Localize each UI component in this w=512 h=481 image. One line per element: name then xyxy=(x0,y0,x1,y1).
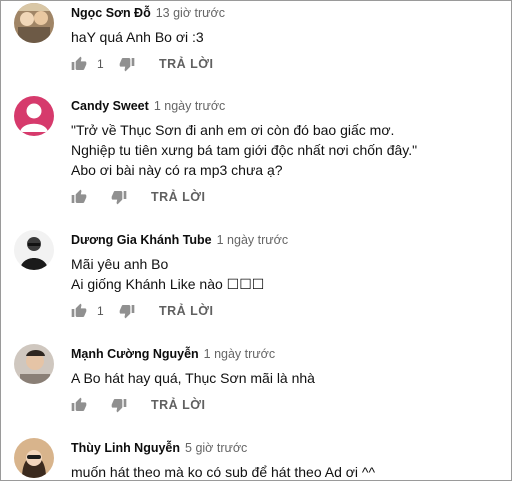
comment-text-line: Mãi yêu anh Bo xyxy=(71,256,169,272)
avatar[interactable] xyxy=(14,230,54,270)
comments-panel: Ngọc Sơn Đỗ 13 giờ trước haY quá Anh Bo ơ… xyxy=(0,0,512,481)
dislike-icon[interactable] xyxy=(111,397,127,413)
comment-text-line: haY quá Anh Bo ơi :3 xyxy=(71,29,204,45)
reply-button[interactable]: TRẢ LỜI xyxy=(159,57,213,71)
comment-author[interactable]: Dương Gia Khánh Tube xyxy=(71,233,212,247)
comment-text-line: "Trở về Thục Sơn đi anh em ơi còn đó bao… xyxy=(71,122,395,138)
like-icon[interactable] xyxy=(71,189,87,205)
comment-actions: 1 TRẢ LỜI xyxy=(71,54,503,74)
comment-time[interactable]: 5 giờ trước xyxy=(185,441,247,455)
comment-actions: TRẢ LỜI xyxy=(71,187,503,207)
dislike-icon[interactable] xyxy=(119,56,135,72)
comment-time[interactable]: 13 giờ trước xyxy=(156,6,225,20)
comment-text-line: Ai giống Khánh Like nào ☐☐☐ xyxy=(71,276,265,292)
comment-author[interactable]: Ngọc Sơn Đỗ xyxy=(71,6,151,20)
comment-time[interactable]: 1 ngày trước xyxy=(217,233,288,247)
comment-text-line: Abo ơi bài này có ra mp3 chưa ạ? xyxy=(71,162,283,178)
avatar[interactable] xyxy=(14,438,54,478)
comment-actions: TRẢ LỜI xyxy=(71,395,503,415)
comment-text: A Bo hát hay quá, Thục Sơn mãi là nhà xyxy=(71,368,503,388)
reply-button[interactable]: TRẢ LỜI xyxy=(151,190,205,204)
comment-time[interactable]: 1 ngày trước xyxy=(204,347,275,361)
comment-author[interactable]: Candy Sweet xyxy=(71,99,149,113)
reply-button[interactable]: TRẢ LỜI xyxy=(159,304,213,318)
like-icon[interactable] xyxy=(71,303,87,319)
comment-actions: 1 TRẢ LỜI xyxy=(71,301,503,321)
dislike-icon[interactable] xyxy=(119,303,135,319)
like-count: 1 xyxy=(97,304,104,318)
like-icon[interactable] xyxy=(71,56,87,72)
comment-text: Mãi yêu anh Bo Ai giống Khánh Like nào ☐… xyxy=(71,254,503,294)
comment-author[interactable]: Thùy Linh Nguyễn xyxy=(71,441,180,455)
comment-text: haY quá Anh Bo ơi :3 xyxy=(71,27,503,47)
like-count: 1 xyxy=(97,57,104,71)
comment-text: muốn hát theo mà ko có sub để hát theo A… xyxy=(71,462,503,480)
dislike-icon[interactable] xyxy=(111,189,127,205)
like-icon[interactable] xyxy=(71,397,87,413)
comment-text: "Trở về Thục Sơn đi anh em ơi còn đó bao… xyxy=(71,120,503,180)
avatar[interactable] xyxy=(14,344,54,384)
comment-text-line: A Bo hát hay quá, Thục Sơn mãi là nhà xyxy=(71,370,315,386)
avatar[interactable] xyxy=(14,3,54,43)
comment-text-line: Nghiệp tu tiên xưng bá tam giới độc nhất… xyxy=(71,142,418,158)
comment-time[interactable]: 1 ngày trước xyxy=(154,99,225,113)
comment-author[interactable]: Mạnh Cường Nguyễn xyxy=(71,347,199,361)
reply-button[interactable]: TRẢ LỜI xyxy=(151,398,205,412)
comment-text-line: muốn hát theo mà ko có sub để hát theo A… xyxy=(71,464,376,480)
avatar[interactable] xyxy=(14,96,54,136)
